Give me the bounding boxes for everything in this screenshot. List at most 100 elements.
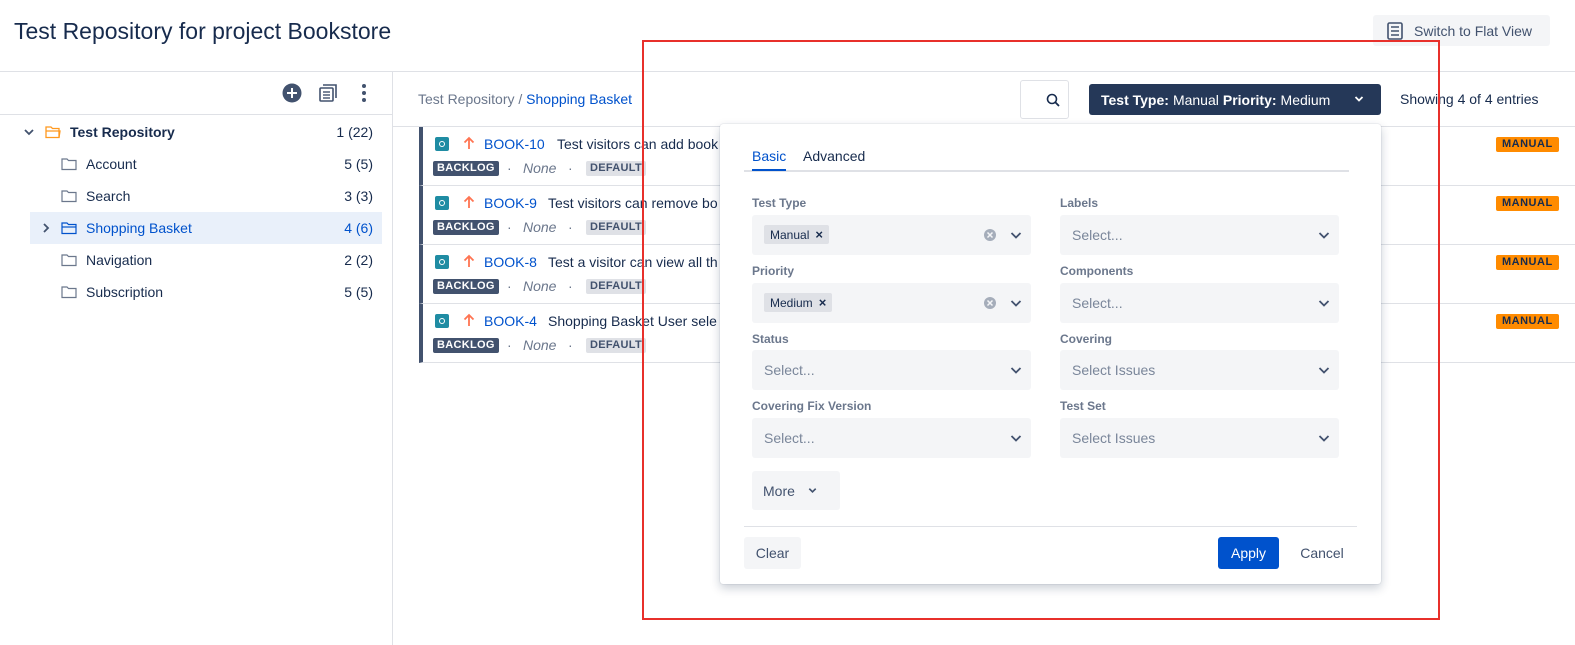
expand-collapse-button[interactable] bbox=[317, 82, 339, 104]
environment-badge: DEFAULT bbox=[586, 161, 647, 176]
chevron-down-icon[interactable] bbox=[1317, 296, 1331, 310]
test-type-badge: MANUAL bbox=[1496, 196, 1559, 211]
clear-button[interactable]: Clear bbox=[744, 537, 801, 569]
filter-type-label: Test Type: bbox=[1101, 91, 1169, 108]
priority-select[interactable]: Medium × bbox=[752, 283, 1031, 323]
tree-root-count: 1 (22) bbox=[336, 124, 373, 140]
test-type-icon bbox=[435, 314, 449, 328]
priority-arrow-up-icon bbox=[463, 195, 475, 208]
chevron-right-icon[interactable] bbox=[39, 221, 53, 235]
tree-item-label: Account bbox=[86, 156, 137, 172]
test-type-badge: MANUAL bbox=[1496, 314, 1559, 329]
folder-icon bbox=[61, 222, 77, 235]
search-icon bbox=[1046, 93, 1060, 107]
folder-icon bbox=[61, 190, 77, 203]
more-filters-button[interactable]: More bbox=[752, 471, 840, 510]
cancel-button[interactable]: Cancel bbox=[1292, 537, 1352, 569]
version-value: None bbox=[523, 278, 557, 294]
tree-item-shopping-basket[interactable]: Shopping Basket 4 (6) bbox=[30, 212, 382, 244]
chevron-down-icon[interactable] bbox=[1317, 363, 1331, 377]
status-label: Status bbox=[752, 332, 789, 346]
folder-icon bbox=[61, 286, 77, 299]
test-type-icon bbox=[435, 255, 449, 269]
tree-item-search[interactable]: Search 3 (3) bbox=[30, 180, 382, 212]
folder-tree-panel: Test Repository 1 (22) Account 5 (5) Sea… bbox=[0, 72, 393, 645]
filter-priority-value: Medium bbox=[1280, 91, 1331, 108]
test-type-select[interactable]: Manual × bbox=[752, 215, 1031, 255]
breadcrumb: Test Repository / Shopping Basket bbox=[418, 91, 632, 107]
status-badge: BACKLOG bbox=[433, 161, 499, 176]
covering-select[interactable]: Select Issues bbox=[1060, 350, 1339, 390]
vertical-dots-icon bbox=[362, 84, 366, 102]
components-label: Components bbox=[1060, 264, 1134, 278]
covering-label: Covering bbox=[1060, 332, 1113, 346]
labels-label: Labels bbox=[1060, 196, 1099, 210]
filter-priority-label: Priority: bbox=[1222, 91, 1277, 108]
chevron-down-icon bbox=[1354, 96, 1364, 102]
chevron-down-icon[interactable] bbox=[1317, 228, 1331, 242]
filter-type-value: Manual bbox=[1172, 91, 1219, 108]
status-placeholder: Select... bbox=[764, 362, 815, 378]
chip-label: Manual bbox=[770, 227, 810, 242]
breadcrumb-current[interactable]: Shopping Basket bbox=[526, 91, 632, 107]
filter-tabs: Basic Advanced bbox=[744, 148, 1349, 172]
breadcrumb-parent[interactable]: Test Repository bbox=[418, 91, 514, 107]
page-title: Test Repository for project Bookstore bbox=[14, 18, 392, 44]
add-folder-button[interactable] bbox=[281, 82, 303, 104]
test-key-link[interactable]: BOOK-8 bbox=[484, 254, 537, 270]
chevron-down-icon[interactable] bbox=[1009, 363, 1023, 377]
more-label: More bbox=[763, 482, 795, 499]
version-value: None bbox=[523, 219, 557, 235]
more-options-button[interactable] bbox=[353, 82, 375, 104]
filter-button[interactable]: Test Type: Manual Priority: Medium bbox=[1089, 84, 1381, 115]
test-type-label: Test Type bbox=[752, 196, 807, 210]
test-key-link[interactable]: BOOK-9 bbox=[484, 195, 537, 211]
search-button[interactable] bbox=[1020, 80, 1069, 119]
test-key-link[interactable]: BOOK-4 bbox=[484, 313, 537, 329]
covering-fix-version-select[interactable]: Select... bbox=[752, 418, 1031, 458]
tree-item-label: Subscription bbox=[86, 284, 164, 300]
test-type-badge: MANUAL bbox=[1496, 255, 1559, 270]
tree-item-count: 5 (5) bbox=[344, 284, 373, 300]
remove-chip-icon[interactable]: × bbox=[815, 227, 823, 242]
test-summary: Test visitors can add book bbox=[557, 136, 719, 152]
chevron-down-icon[interactable] bbox=[1009, 296, 1023, 310]
test-summary: Test visitors can remove bo bbox=[548, 195, 718, 211]
status-badge: BACKLOG bbox=[433, 279, 499, 294]
test-key-link[interactable]: BOOK-10 bbox=[484, 136, 545, 152]
test-summary: Test a visitor can view all th bbox=[548, 254, 718, 270]
test-type-icon bbox=[435, 196, 449, 210]
clear-icon[interactable] bbox=[983, 296, 997, 310]
test-type-icon bbox=[435, 137, 449, 151]
version-value: None bbox=[523, 160, 557, 176]
chevron-down-icon[interactable] bbox=[1009, 228, 1023, 242]
apply-button[interactable]: Apply bbox=[1218, 537, 1279, 569]
chevron-down-icon[interactable] bbox=[22, 125, 36, 139]
components-select[interactable]: Select... bbox=[1060, 283, 1339, 323]
test-set-label: Test Set bbox=[1060, 399, 1106, 413]
test-set-select[interactable]: Select Issues bbox=[1060, 418, 1339, 458]
status-badge: BACKLOG bbox=[433, 338, 499, 353]
tab-basic[interactable]: Basic bbox=[752, 148, 787, 171]
test-type-chip: Manual × bbox=[764, 225, 829, 244]
chevron-down-icon[interactable] bbox=[1009, 431, 1023, 445]
tree-item-count: 4 (6) bbox=[344, 220, 373, 236]
environment-badge: DEFAULT bbox=[586, 220, 647, 235]
environment-badge: DEFAULT bbox=[586, 338, 647, 353]
chevron-down-icon[interactable] bbox=[1317, 431, 1331, 445]
labels-select[interactable]: Select... bbox=[1060, 215, 1339, 255]
list-view-icon bbox=[1387, 21, 1403, 40]
tree-item-navigation[interactable]: Navigation 2 (2) bbox=[30, 244, 382, 276]
clear-icon[interactable] bbox=[983, 228, 997, 242]
tree-item-account[interactable]: Account 5 (5) bbox=[30, 148, 382, 180]
tab-advanced[interactable]: Advanced bbox=[803, 148, 865, 169]
priority-arrow-up-icon bbox=[463, 254, 475, 267]
remove-chip-icon[interactable]: × bbox=[819, 295, 827, 310]
tree-item-subscription[interactable]: Subscription 5 (5) bbox=[30, 276, 382, 308]
tree-root-label: Test Repository bbox=[70, 124, 175, 140]
tree-root-test-repository[interactable]: Test Repository 1 (22) bbox=[24, 116, 382, 148]
covering-placeholder: Select Issues bbox=[1072, 362, 1156, 378]
switch-to-flat-view-button[interactable]: Switch to Flat View bbox=[1373, 15, 1550, 46]
status-select[interactable]: Select... bbox=[752, 350, 1031, 390]
status-badge: BACKLOG bbox=[433, 220, 499, 235]
